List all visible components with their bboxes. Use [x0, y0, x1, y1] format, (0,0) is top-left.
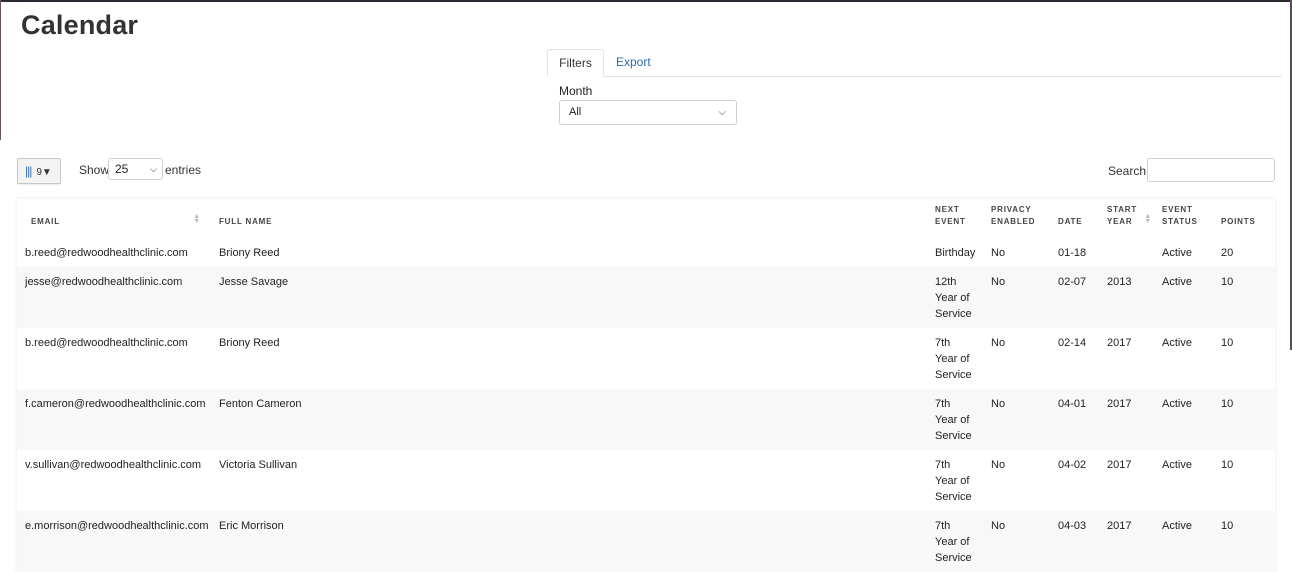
cell-start-year: 2017 [1099, 389, 1154, 450]
month-filter-label: Month [559, 84, 593, 98]
column-visibility-button[interactable]: ||| 9▼ [17, 158, 61, 184]
cell-privacy: No [983, 450, 1050, 511]
header-privacy-enabled[interactable]: PRIVACY ENABLED [983, 199, 1050, 238]
cell-points: 10 [1213, 328, 1275, 389]
table-row[interactable]: f.cameron@redwoodhealthclinic.com Fenton… [17, 389, 1275, 450]
month-select[interactable]: All ⌵ [559, 100, 737, 125]
page-length-value: 25 [115, 162, 129, 176]
cell-points: 10 [1213, 389, 1275, 450]
cell-start-year: 2017 [1099, 450, 1154, 511]
cell-start-year: 2017 [1099, 511, 1154, 572]
cell-points: 10 [1213, 511, 1275, 572]
tab-filters[interactable]: Filters [547, 49, 604, 77]
cell-next-event: Birthday [927, 238, 983, 267]
cell-status: Active [1154, 511, 1213, 572]
cell-date: 04-03 [1050, 511, 1099, 572]
cell-next-event: 7th Year of Service [927, 328, 983, 389]
cell-privacy: No [983, 511, 1050, 572]
cell-date: 02-07 [1050, 267, 1099, 328]
entries-label: entries [165, 163, 202, 177]
table-row[interactable]: b.reed@redwoodhealthclinic.com Briony Re… [17, 328, 1275, 389]
sort-icon: ▲ ▼ [193, 213, 201, 225]
cell-points: 20 [1213, 238, 1275, 267]
cell-start-year: 2013 [1099, 267, 1154, 328]
cell-privacy: No [983, 389, 1050, 450]
cell-next-event: 7th Year of Service [927, 389, 983, 450]
show-label: Show [79, 163, 110, 177]
cell-status: Active [1154, 328, 1213, 389]
tab-bar: Filters Export [547, 49, 1282, 77]
table-row[interactable]: e.morrison@redwoodhealthclinic.com Eric … [17, 511, 1275, 572]
header-start-year[interactable]: START YEAR ▲ ▼ [1099, 199, 1154, 238]
chevron-down-icon: ⌵ [150, 164, 157, 174]
table-row[interactable]: b.reed@redwoodhealthclinic.com Briony Re… [17, 238, 1275, 267]
cell-status: Active [1154, 238, 1213, 267]
cell-status: Active [1154, 450, 1213, 511]
month-select-value: All [569, 106, 582, 118]
cell-email: f.cameron@redwoodhealthclinic.com [17, 389, 211, 450]
cell-points: 10 [1213, 267, 1275, 328]
cell-full-name: Briony Reed [211, 328, 927, 389]
window-top-edge [0, 0, 1292, 2]
search-input[interactable] [1147, 158, 1275, 182]
header-date[interactable]: DATE [1050, 199, 1099, 238]
search-label: Search: [1108, 164, 1150, 178]
page-length-select[interactable]: 25 ⌵ [108, 158, 163, 180]
caret-down-icon: ▼ [41, 167, 52, 178]
sort-icon: ▲ ▼ [1144, 213, 1152, 225]
cell-privacy: No [983, 267, 1050, 328]
cell-date: 02-14 [1050, 328, 1099, 389]
cell-full-name: Jesse Savage [211, 267, 927, 328]
cell-privacy: No [983, 238, 1050, 267]
cell-email: e.morrison@redwoodhealthclinic.com [17, 511, 211, 572]
cell-full-name: Briony Reed [211, 238, 927, 267]
events-table: EMAIL ▲ ▼ FULL NAME NEXT EVENT PRIVACY ENA… [17, 199, 1275, 572]
page-title: Calendar [21, 10, 139, 40]
cell-email: b.reed@redwoodhealthclinic.com [17, 328, 211, 389]
table-row[interactable]: jesse@redwoodhealthclinic.com Jesse Sava… [17, 267, 1275, 328]
cell-email: jesse@redwoodhealthclinic.com [17, 267, 211, 328]
cell-points: 10 [1213, 450, 1275, 511]
cell-next-event: 7th Year of Service [927, 450, 983, 511]
cell-next-event: 7th Year of Service [927, 511, 983, 572]
cell-date: 01-18 [1050, 238, 1099, 267]
header-email[interactable]: EMAIL ▲ ▼ [17, 199, 211, 238]
header-next-event[interactable]: NEXT EVENT [927, 199, 983, 238]
columns-icon: ||| [25, 164, 32, 178]
cell-start-year [1099, 238, 1154, 267]
table-header-row: EMAIL ▲ ▼ FULL NAME NEXT EVENT PRIVACY ENA… [17, 199, 1275, 238]
cell-next-event: 12th Year of Service [927, 267, 983, 328]
cell-status: Active [1154, 267, 1213, 328]
chevron-down-icon: ⌵ [718, 107, 726, 118]
cell-email: v.sullivan@redwoodhealthclinic.com [17, 450, 211, 511]
header-event-status[interactable]: EVENT STATUS [1154, 199, 1213, 238]
table-row[interactable]: v.sullivan@redwoodhealthclinic.com Victo… [17, 450, 1275, 511]
cell-date: 04-01 [1050, 389, 1099, 450]
cell-full-name: Victoria Sullivan [211, 450, 927, 511]
cell-email: b.reed@redwoodhealthclinic.com [17, 238, 211, 267]
cell-status: Active [1154, 389, 1213, 450]
header-points[interactable]: POINTS [1213, 199, 1275, 238]
cell-full-name: Eric Morrison [211, 511, 927, 572]
cell-start-year: 2017 [1099, 328, 1154, 389]
header-full-name[interactable]: FULL NAME [211, 199, 927, 238]
cell-date: 04-02 [1050, 450, 1099, 511]
cell-full-name: Fenton Cameron [211, 389, 927, 450]
tab-export[interactable]: Export [604, 49, 663, 77]
window-left-edge [0, 0, 1, 140]
cell-privacy: No [983, 328, 1050, 389]
